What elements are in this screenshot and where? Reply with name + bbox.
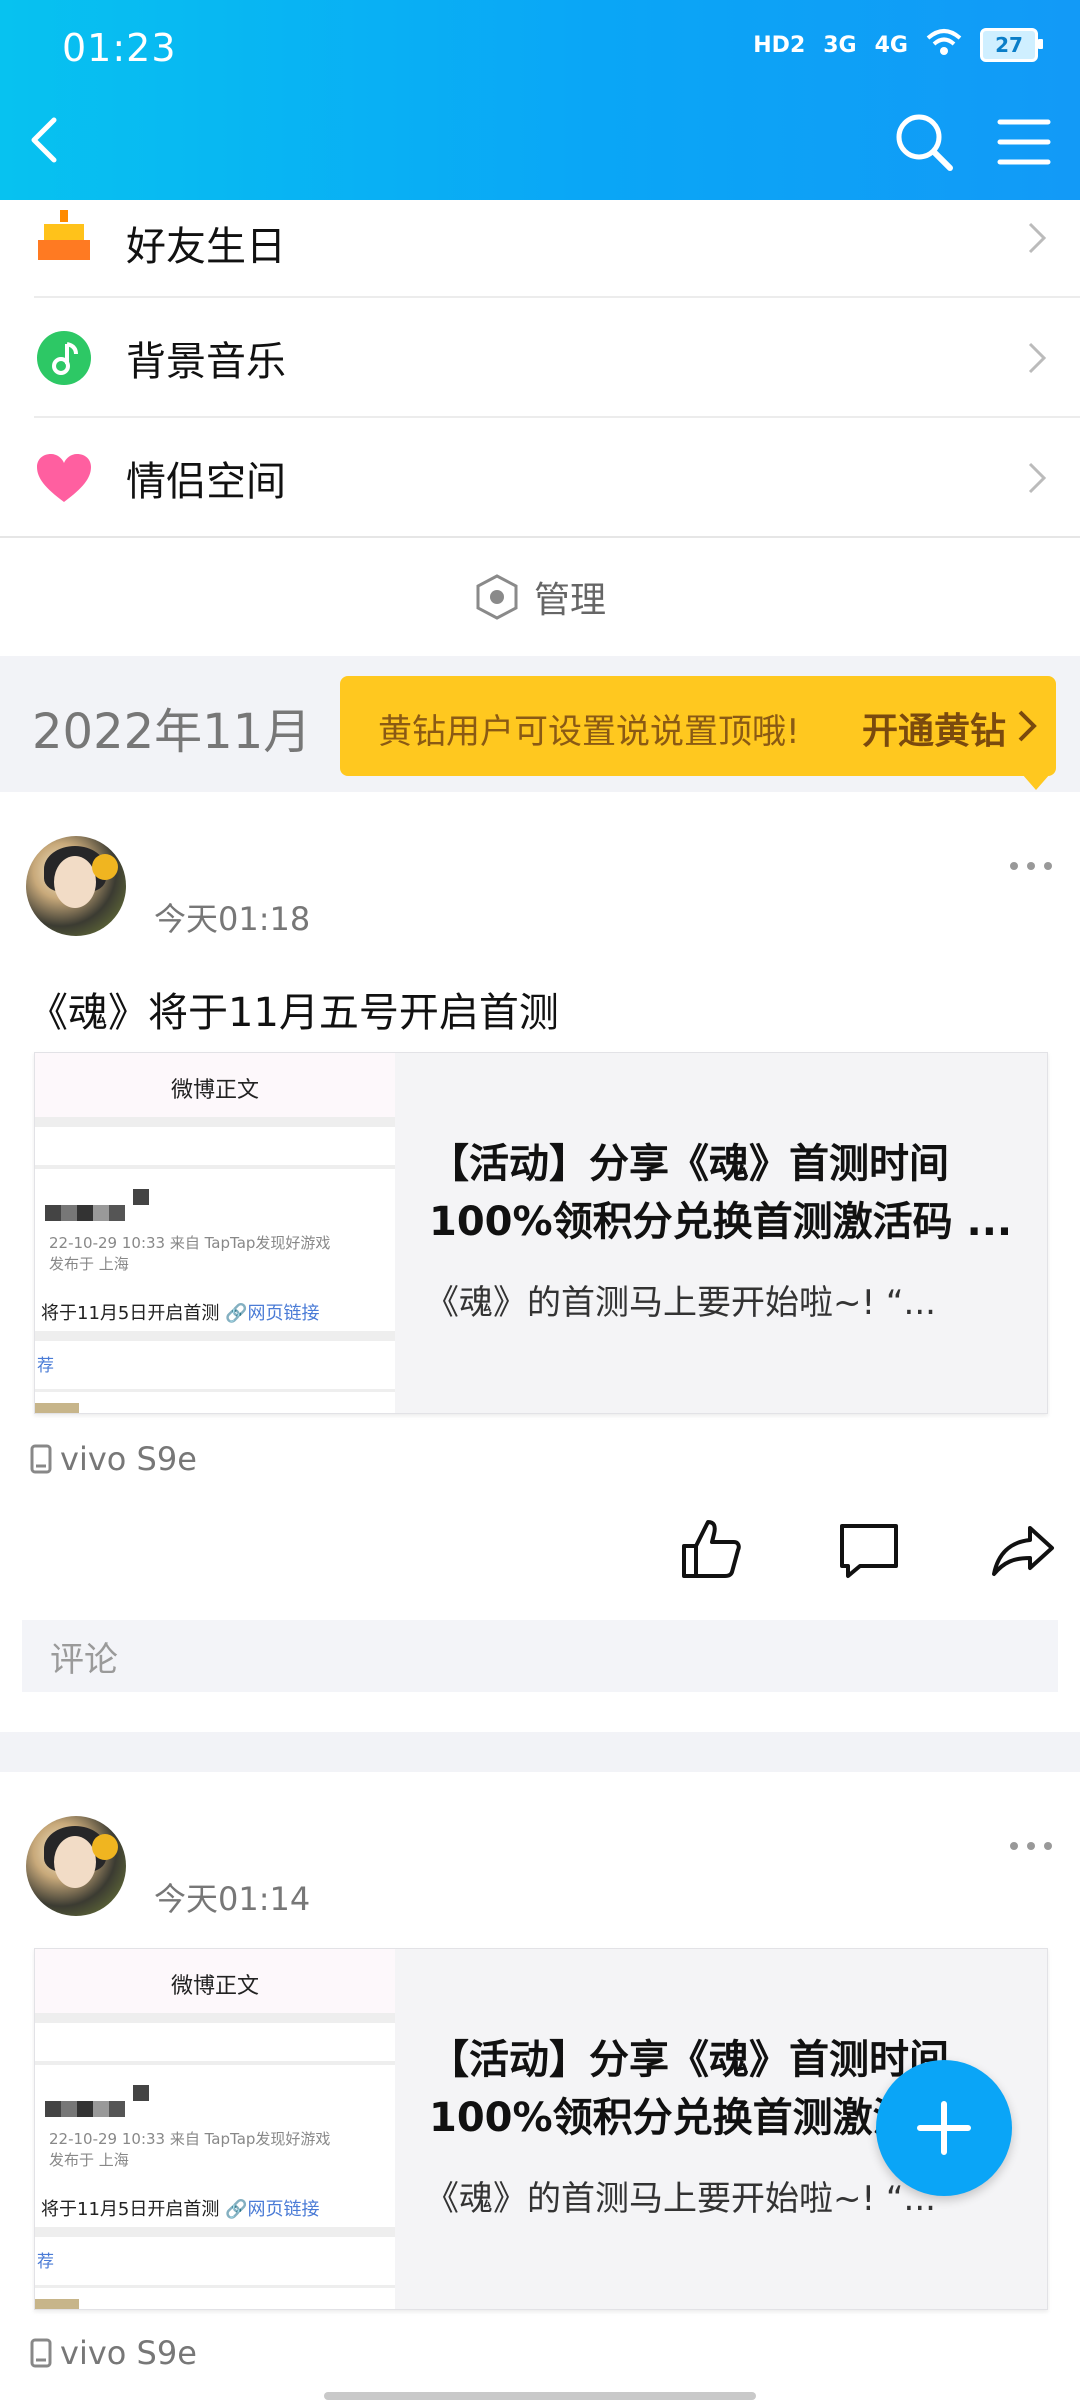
home-indicator[interactable]	[324, 2392, 756, 2400]
menu-item-birthday[interactable]: 好友生日	[0, 200, 1080, 298]
hamburger-menu-icon	[997, 119, 1051, 165]
phone-icon	[30, 1444, 52, 1474]
thumb-meta: 22-10-29 10:33 来自 TapTap发现好游戏 发布于 上海	[49, 1234, 331, 1273]
card-description: 《魂》的首测马上要开始啦~! “...	[425, 1283, 936, 1323]
chevron-right-icon	[1028, 462, 1047, 494]
music-note-icon	[34, 328, 94, 388]
timeline-date-band: 2022年11月 黄钻用户可设置说说置顶哦! 开通黄钻	[0, 656, 1080, 792]
menu-item-couple-space[interactable]: 情侣空间	[0, 418, 1080, 538]
thumb-meta: 22-10-29 10:33 来自 TapTap发现好游戏 发布于 上海	[49, 2130, 331, 2169]
search-button[interactable]	[892, 110, 956, 174]
post-time: 今天01:18	[154, 900, 311, 938]
search-icon	[896, 114, 953, 171]
comment-input[interactable]: 评论	[22, 1620, 1058, 1692]
card-thumbnail: 微博正文 22-10-29 10:33 来自 TapTap发现好游戏 发布于 上…	[35, 1053, 395, 1413]
post-actions	[0, 1512, 1080, 1592]
wifi-icon	[926, 28, 962, 62]
status-icons: HD2 3G 4G 27	[753, 28, 1043, 62]
feature-menu: 好友生日 背景音乐 情侣空间	[0, 200, 1080, 538]
post-time: 今天01:14	[154, 1880, 311, 1918]
back-button[interactable]	[18, 108, 78, 172]
post-separator	[0, 1732, 1080, 1772]
like-icon[interactable]	[678, 1516, 744, 1582]
thumb-header: 微博正文	[35, 1949, 395, 2019]
more-options-icon[interactable]	[1006, 856, 1056, 876]
settings-hexagon-icon	[476, 574, 518, 620]
menu-button[interactable]	[994, 112, 1054, 172]
card-title: 【活动】分享《魂》首测时间 100%领积分兑换首测激活码 ...	[429, 1141, 1013, 1245]
card-thumbnail: 微博正文 22-10-29 10:33 来自 TapTap发现好游戏 发布于 上…	[35, 1949, 395, 2309]
menu-item-background-music[interactable]: 背景音乐	[0, 298, 1080, 418]
more-options-icon[interactable]	[1006, 1836, 1056, 1856]
phone-icon	[30, 2338, 52, 2368]
device-label: vivo S9e	[30, 1440, 197, 1478]
thumb-header: 微博正文	[35, 1053, 395, 1123]
comment-icon[interactable]	[836, 1516, 902, 1582]
chevron-right-icon	[1028, 222, 1047, 254]
thumb-post-text: 将于11月5日开启首测 🔗网页链接	[41, 2199, 320, 2220]
heart-icon	[34, 448, 94, 508]
shared-link-card[interactable]: 微博正文 22-10-29 10:33 来自 TapTap发现好游戏 发布于 上…	[34, 1052, 1048, 1414]
battery-icon: 27	[980, 28, 1043, 62]
menu-item-label: 情侣空间	[126, 459, 286, 505]
device-label: vivo S9e	[30, 2334, 197, 2372]
status-time: 01:23	[62, 26, 177, 70]
signal-3g-icon: 3G	[823, 32, 857, 58]
avatar[interactable]	[26, 1816, 126, 1916]
thumb-post-text: 将于11月5日开启首测 🔗网页链接	[41, 1303, 320, 1324]
birthday-cake-icon	[34, 208, 94, 268]
chevron-right-icon	[1018, 710, 1037, 742]
date-label: 2022年11月	[32, 704, 312, 760]
manage-button[interactable]: 管理	[0, 536, 1080, 658]
avatar[interactable]	[26, 836, 126, 936]
chevron-right-icon	[1028, 342, 1047, 374]
share-icon[interactable]	[990, 1516, 1056, 1582]
menu-item-label: 背景音乐	[126, 339, 286, 385]
plus-icon	[917, 2101, 971, 2155]
post-text: 《魂》将于11月五号开启首测	[28, 990, 559, 1036]
signal-4g-icon: 4G	[874, 32, 908, 58]
yellow-diamond-promo[interactable]: 黄钻用户可设置说说置顶哦! 开通黄钻	[340, 676, 1056, 790]
manage-label: 管理	[533, 580, 606, 621]
menu-item-label: 好友生日	[126, 224, 286, 270]
promo-cta-button[interactable]: 开通黄钻	[862, 702, 1006, 754]
app-header: 01:23 HD2 3G 4G 27	[0, 0, 1080, 208]
hd-icon: HD2	[753, 32, 806, 58]
compose-fab-button[interactable]	[876, 2060, 1012, 2196]
feed-post: 今天01:18 《魂》将于11月五号开启首测 微博正文 22-10-29 10:…	[0, 792, 1080, 1732]
promo-text: 黄钻用户可设置说说置顶哦!	[378, 712, 800, 752]
